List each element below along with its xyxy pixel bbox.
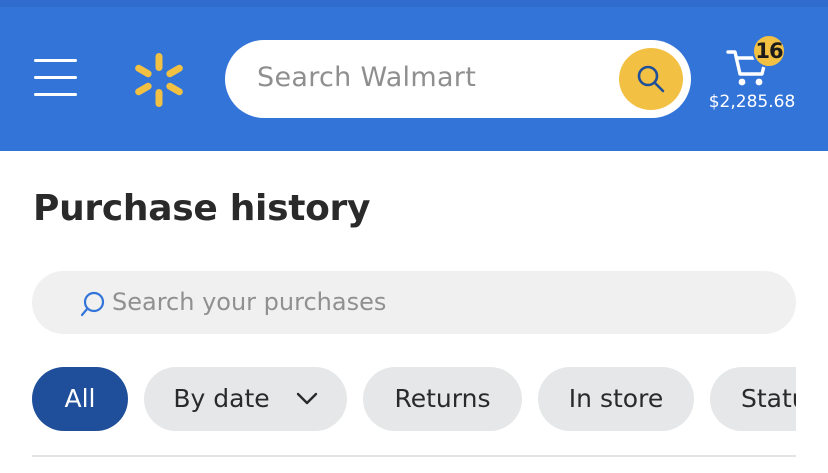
menu-line xyxy=(34,93,77,96)
search-placeholder: Search Walmart xyxy=(257,62,477,93)
filter-chip-label: Status xyxy=(741,384,796,413)
section-divider xyxy=(32,455,796,457)
menu-icon[interactable] xyxy=(34,58,78,98)
filter-chip-label: In store xyxy=(568,384,664,413)
search-icon xyxy=(637,65,665,93)
cart-button[interactable]: 16 $2,285.68 xyxy=(708,34,808,124)
menu-line xyxy=(34,76,77,79)
walmart-search-input[interactable]: Search Walmart xyxy=(225,40,691,118)
page-title: Purchase history xyxy=(33,188,371,229)
purchase-search-input[interactable]: Search your purchases xyxy=(32,271,796,334)
filter-chip-returns[interactable]: Returns xyxy=(363,367,522,431)
header-top-strip xyxy=(0,0,828,7)
chevron-down-icon xyxy=(296,367,318,430)
filter-chip-status[interactable]: Status xyxy=(710,367,796,431)
search-button[interactable] xyxy=(619,48,683,110)
menu-line xyxy=(34,59,77,62)
cart-total: $2,285.68 xyxy=(708,92,796,112)
filter-chip-label: By date xyxy=(173,384,270,413)
filter-chip-row[interactable]: All By date Returns In store Status xyxy=(32,367,796,431)
top-header: Search Walmart 16 $2,285.68 xyxy=(0,0,828,151)
filter-chip-label: All xyxy=(64,384,96,413)
filter-chip-all[interactable]: All xyxy=(32,367,128,431)
search-icon xyxy=(81,291,105,317)
walmart-spark-logo-icon[interactable] xyxy=(131,52,187,108)
filter-chip-label: Returns xyxy=(394,384,491,413)
cart-count-badge: 16 xyxy=(752,34,786,68)
filter-chip-by-date[interactable]: By date xyxy=(144,367,347,431)
filter-chip-in-store[interactable]: In store xyxy=(538,367,694,431)
purchase-search-placeholder: Search your purchases xyxy=(112,288,387,316)
